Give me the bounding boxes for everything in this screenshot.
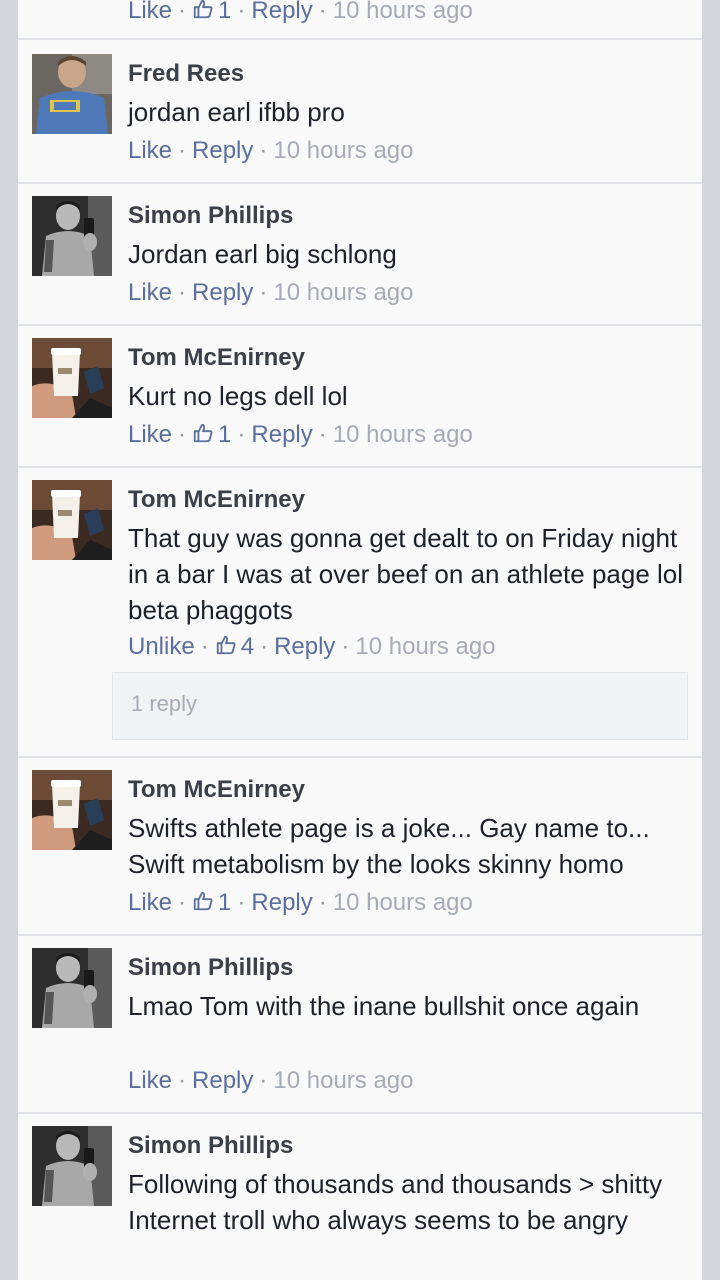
comment-author[interactable]: Tom McEnirney [128,486,305,514]
comment-text: Following of thousands and thousands > s… [128,1169,663,1235]
comment-author[interactable]: Tom McEnirney [128,344,305,372]
like-link[interactable]: Like [128,1067,172,1094]
comment-actions: Like · 1 · Reply · 10 hours ago [128,421,473,448]
timestamp: 10 hours ago [332,889,473,916]
avatar[interactable] [32,480,112,560]
comment-item: Like · 1 · Reply · 10 hours ago [18,0,702,40]
timestamp: 10 hours ago [273,137,414,164]
comments-panel: Like · 1 · Reply · 10 hours ago Fred Rees jord… [18,0,702,1280]
comment-text: Jordan earl big schlong [128,239,397,269]
comment-text: Swifts athlete page is a joke... Gay nam… [128,813,650,879]
comment-author[interactable]: Fred Rees [128,60,244,88]
comment-actions: Like · Reply · 10 hours ago [128,279,414,306]
avatar[interactable] [32,1126,112,1206]
reply-link[interactable]: Reply [192,137,253,164]
thumbs-up-icon [192,422,214,444]
comment-item: Tom McEnirney Kurt no legs dell lol Like… [18,324,702,468]
reply-link[interactable]: Reply [251,889,312,916]
reply-link[interactable]: Reply [251,0,312,24]
comment-text: Lmao Tom with the inane bullshit once ag… [128,991,640,1021]
thumbs-up-icon [192,0,214,20]
comment-author[interactable]: Simon Phillips [128,202,293,230]
like-count[interactable]: 1 [192,0,231,24]
comment-author[interactable]: Simon Phillips [128,1132,293,1160]
comment-actions: Like · Reply · 10 hours ago [128,1067,414,1094]
like-link[interactable]: Like [128,279,172,306]
timestamp: 10 hours ago [273,1067,414,1094]
like-link[interactable]: Like [128,421,172,448]
avatar[interactable] [32,54,112,134]
avatar[interactable] [32,770,112,850]
avatar[interactable] [32,948,112,1028]
thumbs-up-icon [192,890,214,912]
comment-item: Fred Rees jordan earl ifbb pro Like · Repl… [18,40,702,184]
comment-item: Tom McEnirney That guy was gonna get dea… [18,466,702,758]
reply-count: 1 reply [131,691,198,716]
like-link[interactable]: Like [128,0,172,24]
like-link[interactable]: Like [128,137,172,164]
comment-item: Tom McEnirney Swifts athlete page is a j… [18,756,702,936]
comment-author[interactable]: Tom McEnirney [128,776,305,804]
comment-actions: Like · 1 · Reply · 10 hours ago [128,0,473,26]
comment-item: Simon Phillips Following of thousands an… [18,1112,702,1280]
comment-actions: Like · Reply · 10 hours ago [128,137,414,164]
reply-link[interactable]: Reply [251,421,312,448]
comment-actions: Unlike · 4 · Reply · 10 hours ago [128,633,496,660]
comment-text: jordan earl ifbb pro [128,97,345,127]
reply-link[interactable]: Reply [192,279,253,306]
replies-toggle[interactable]: 1 reply [112,672,688,740]
unlike-link[interactable]: Unlike [128,633,195,660]
comment-author[interactable]: Simon Phillips [128,954,293,982]
comment-item: Simon Phillips Lmao Tom with the inane b… [18,934,702,1114]
reply-link[interactable]: Reply [274,633,335,660]
avatar[interactable] [32,196,112,276]
comment-item: Simon Phillips Jordan earl big schlong L… [18,182,702,326]
like-link[interactable]: Like [128,889,172,916]
like-count[interactable]: 4 [215,633,254,660]
comment-actions: Like · 1 · Reply · 10 hours ago [128,889,473,916]
timestamp: 10 hours ago [332,421,473,448]
reply-link[interactable]: Reply [192,1067,253,1094]
comment-text: Kurt no legs dell lol [128,381,348,411]
thumbs-up-icon [215,634,237,656]
timestamp: 10 hours ago [332,0,473,24]
comment-text: That guy was gonna get dealt to on Frida… [128,523,684,625]
timestamp: 10 hours ago [273,279,414,306]
like-count[interactable]: 1 [192,889,231,916]
like-count[interactable]: 1 [192,421,231,448]
avatar[interactable] [32,338,112,418]
timestamp: 10 hours ago [355,633,496,660]
